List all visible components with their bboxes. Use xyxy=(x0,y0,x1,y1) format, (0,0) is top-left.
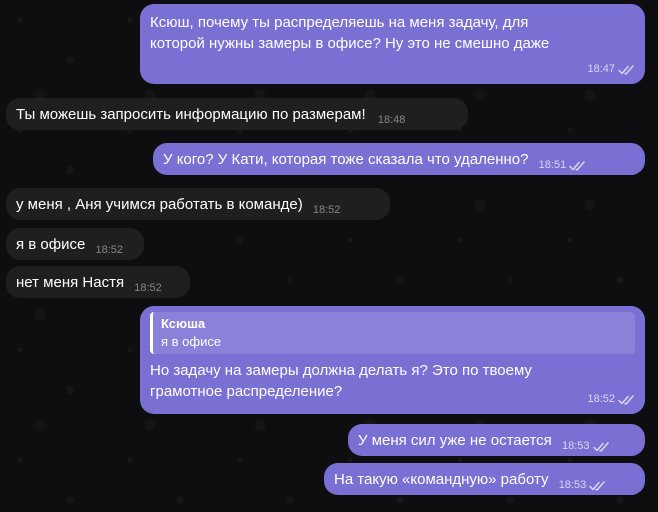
reply-author: Ксюша xyxy=(161,316,206,331)
reply-quote[interactable]: Ксюша я в офисе xyxy=(150,312,635,354)
incoming-message[interactable]: нет меня Настя 18:52 xyxy=(6,266,190,298)
message-time: 18:48 xyxy=(377,114,406,126)
message-text-line: Но задачу на замеры должна делать я? Это… xyxy=(150,362,532,379)
outgoing-message-with-reply[interactable]: Ксюша я в офисе Но задачу на замеры долж… xyxy=(140,306,645,414)
message-text-line: Ксюш, почему ты распределяешь на меня за… xyxy=(150,14,529,31)
message-text: я в офисе xyxy=(16,236,86,253)
incoming-message[interactable]: у меня , Аня учимся работать в команде) … xyxy=(6,188,390,220)
incoming-message[interactable]: Ты можешь запросить информацию по размер… xyxy=(6,98,468,130)
message-text: Ты можешь запросить информацию по размер… xyxy=(16,106,366,123)
message-meta: 18:52 xyxy=(587,389,635,410)
message-time: 18:52 xyxy=(95,244,124,256)
message-text: На такую «командную» работу xyxy=(334,471,549,488)
outgoing-message[interactable]: Ксюш, почему ты распределяешь на меня за… xyxy=(140,4,645,84)
double-check-icon xyxy=(569,160,585,171)
double-check-icon xyxy=(589,480,605,491)
message-time: 18:52 xyxy=(587,393,615,405)
message-meta: 18:53 xyxy=(562,436,610,457)
reply-text: я в офисе xyxy=(161,334,222,349)
message-time: 18:52 xyxy=(134,282,162,294)
outgoing-message[interactable]: У кого? У Кати, которая тоже сказала что… xyxy=(153,143,645,175)
double-check-icon xyxy=(592,441,609,452)
message-text: У кого? У Кати, которая тоже сказала что… xyxy=(163,151,529,168)
message-text-line: которой нужны замеры в офисе? Ну это не … xyxy=(150,35,550,52)
double-check-icon xyxy=(618,394,634,405)
message-meta: 18:53 xyxy=(559,475,607,496)
outgoing-message[interactable]: На такую «командную» работу 18:53 xyxy=(324,463,645,495)
message-text-line: грамотное распределение? xyxy=(150,383,343,400)
message-text: У меня сил уже не остается xyxy=(358,432,552,449)
message-time: 18:51 xyxy=(538,159,567,171)
message-text: у меня , Аня учимся работать в команде) xyxy=(16,196,303,213)
double-check-icon xyxy=(618,64,634,75)
outgoing-message[interactable]: У меня сил уже не остается 18:53 xyxy=(348,424,645,456)
message-time: 18:47 xyxy=(587,63,615,75)
message-time: 18:53 xyxy=(561,440,590,452)
message-meta: 18:51 xyxy=(539,155,587,176)
incoming-message[interactable]: я в офисе 18:52 xyxy=(6,228,144,260)
message-time: 18:52 xyxy=(312,204,341,216)
message-text: нет меня Настя xyxy=(16,274,125,291)
message-time: 18:53 xyxy=(558,479,587,491)
message-meta: 18:47 xyxy=(587,59,635,80)
